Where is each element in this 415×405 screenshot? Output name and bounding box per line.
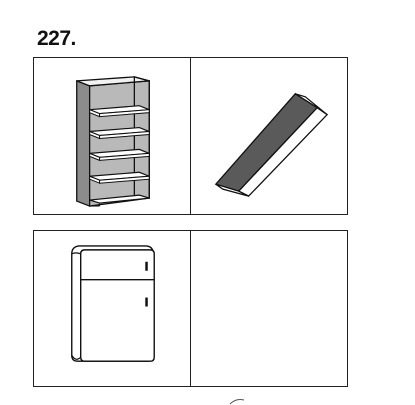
- picture-grid-bottom-row: [33, 230, 348, 387]
- stray-mark: [229, 399, 245, 405]
- panel-empty: [190, 231, 347, 386]
- picture-grid-top-row: [33, 57, 348, 215]
- book-icon: [214, 92, 329, 197]
- panel-refrigerator: [34, 231, 190, 386]
- refrigerator-icon: [71, 245, 155, 362]
- problem-number: 227.: [37, 27, 76, 50]
- panel-book: [190, 58, 347, 214]
- bookshelf-icon: [76, 76, 150, 207]
- panel-bookshelf: [34, 58, 190, 214]
